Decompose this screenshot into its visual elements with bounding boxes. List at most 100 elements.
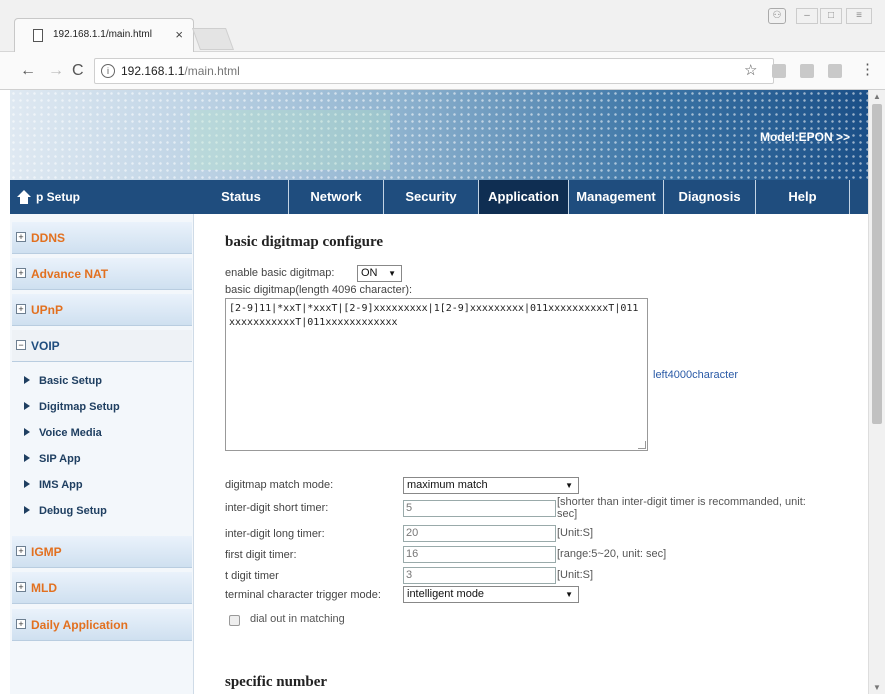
reload-icon[interactable]: C — [72, 62, 84, 80]
long-timer-input[interactable]: 20 — [403, 525, 556, 542]
specific-number-title: specific number — [225, 674, 328, 690]
sidebar-item-debug-setup[interactable]: Debug Setup — [24, 505, 107, 517]
t-timer-hint: [Unit:S] — [557, 569, 594, 581]
scroll-down-arrow-icon[interactable]: ▼ — [873, 683, 881, 692]
expand-icon: + — [16, 582, 26, 592]
page-title: basic digitmap configure — [225, 234, 384, 250]
tab-title: 192.168.1.1/main.html — [53, 29, 152, 40]
dropdown-arrow-icon: ▼ — [565, 590, 573, 599]
long-timer-label: inter-digit long timer: — [225, 528, 325, 540]
scroll-up-arrow-icon[interactable]: ▲ — [873, 92, 881, 101]
sidebar-item-voice-media[interactable]: Voice Media — [24, 427, 102, 439]
sidebar-section-label: Advance NAT — [31, 267, 109, 281]
browser-tab[interactable]: 192.168.1.1/main.html × — [14, 18, 194, 52]
sidebar-section-mld[interactable]: + MLD — [12, 572, 192, 604]
long-timer-hint: [Unit:S] — [557, 527, 594, 539]
sidebar-section-advance-nat[interactable]: + Advance NAT — [12, 258, 192, 290]
pdf-extension-icon[interactable] — [828, 64, 842, 78]
arrow-right-icon — [24, 428, 30, 436]
model-label: Model:EPON >> — [759, 130, 850, 144]
sidebar-item-sip-app[interactable]: SIP App — [24, 453, 81, 465]
arrow-right-icon — [24, 402, 30, 410]
t-timer-label: t digit timer — [225, 570, 279, 582]
expand-icon: + — [16, 304, 26, 314]
sidebar-section-upnp[interactable]: + UPnP — [12, 294, 192, 326]
extension-icon[interactable] — [800, 64, 814, 78]
header-banner: Model:EPON >> — [10, 90, 868, 180]
forward-arrow-icon[interactable]: → — [48, 62, 64, 80]
trigger-mode-label: terminal character trigger mode: — [225, 589, 381, 601]
scroll-thumb[interactable] — [872, 104, 882, 424]
main-menu: Status Network Security Application Mana… — [194, 180, 868, 214]
user-profile-icon[interactable]: ⚇ — [768, 8, 786, 24]
vertical-scrollbar[interactable]: ▲ ▼ — [868, 90, 885, 694]
sidebar-section-label: Daily Application — [31, 618, 128, 632]
banner-glow — [190, 110, 390, 170]
arrow-right-icon — [24, 376, 30, 384]
tab-diagnosis[interactable]: Diagnosis — [664, 180, 756, 214]
enable-digitmap-select[interactable]: ON ▼ — [357, 265, 402, 282]
sidebar-item-basic-setup[interactable]: Basic Setup — [24, 375, 102, 387]
browser-tab-bar: 192.168.1.1/main.html × ⚇ – □ ≡ — [0, 0, 885, 52]
sidebar-section-label: DDNS — [31, 231, 66, 245]
arrow-right-icon — [24, 506, 30, 514]
t-timer-input[interactable]: 3 — [403, 567, 556, 584]
sidebar: p Setup + DDNS + Advance NAT + UPnP − VO… — [10, 180, 194, 694]
sidebar-item-ims-app[interactable]: IMS App — [24, 479, 83, 491]
digitmap-textarea[interactable]: [2-9]11|*xxT|*xxxT|[2-9]xxxxxxxxx|1[2-9]… — [225, 298, 648, 451]
dial-out-checkbox[interactable] — [229, 615, 240, 626]
close-tab-icon[interactable]: × — [175, 27, 183, 42]
sidebar-section-igmp[interactable]: + IGMP — [12, 536, 192, 568]
collapse-icon: − — [16, 340, 26, 350]
arrow-right-icon — [24, 454, 30, 462]
sidebar-section-label: UPnP — [31, 303, 64, 317]
url-text: 192.168.1.1/main.html — [121, 64, 240, 78]
minimize-button[interactable]: – — [796, 8, 818, 24]
new-tab-button[interactable] — [191, 28, 235, 50]
match-mode-select[interactable]: maximum match ▼ — [403, 477, 579, 494]
short-timer-input[interactable]: 5 — [403, 500, 556, 517]
maximize-button[interactable]: □ — [820, 8, 842, 24]
tab-help[interactable]: Help — [756, 180, 850, 214]
dropdown-arrow-icon: ▼ — [565, 481, 573, 490]
sidebar-section-voip[interactable]: − VOIP — [12, 330, 192, 362]
first-timer-input[interactable]: 16 — [403, 546, 556, 563]
resize-handle-icon[interactable] — [638, 441, 646, 449]
dropdown-arrow-icon: ▼ — [388, 269, 396, 278]
first-timer-hint: [range:5~20, unit: sec] — [557, 548, 667, 560]
bookmark-star-icon[interactable]: ☆ — [744, 61, 757, 79]
back-arrow-icon[interactable]: ← — [20, 62, 36, 80]
short-timer-label: inter-digit short timer: — [225, 502, 329, 514]
sidebar-item-digitmap-setup[interactable]: Digitmap Setup — [24, 401, 120, 413]
page-icon — [33, 29, 43, 42]
browser-menu-icon[interactable]: ⋮ — [860, 60, 875, 78]
enable-digitmap-label: enable basic digitmap: — [225, 267, 335, 279]
short-timer-hint: [shorter than inter-digit timer is recom… — [557, 496, 806, 520]
match-mode-label: digitmap match mode: — [225, 479, 334, 491]
sidebar-section-ddns[interactable]: + DDNS — [12, 222, 192, 254]
expand-icon: + — [16, 268, 26, 278]
home-icon — [17, 190, 31, 204]
extension-icon[interactable] — [772, 64, 786, 78]
trigger-mode-select[interactable]: intelligent mode ▼ — [403, 586, 579, 603]
banner-pattern — [10, 90, 868, 180]
tab-management[interactable]: Management — [569, 180, 664, 214]
tab-network[interactable]: Network — [289, 180, 384, 214]
arrow-right-icon — [24, 480, 30, 488]
sidebar-section-label: IGMP — [31, 545, 62, 559]
tab-application[interactable]: Application — [479, 180, 569, 214]
tab-status[interactable]: Status — [194, 180, 289, 214]
expand-icon: + — [16, 546, 26, 556]
sidebar-section-label: MLD — [31, 581, 57, 595]
url-input[interactable]: i 192.168.1.1/main.html — [94, 58, 774, 84]
sidebar-section-label: VOIP — [31, 339, 60, 353]
dial-out-label: dial out in matching — [250, 613, 345, 625]
digitmap-label: basic digitmap(length 4096 character): — [225, 284, 413, 296]
close-window-button[interactable]: ≡ — [846, 8, 872, 24]
main-content: basic digitmap configure enable basic di… — [194, 214, 868, 694]
info-icon[interactable]: i — [101, 64, 115, 78]
tab-security[interactable]: Security — [384, 180, 479, 214]
expand-icon: + — [16, 619, 26, 629]
expand-icon: + — [16, 232, 26, 242]
sidebar-section-daily-application[interactable]: + Daily Application — [12, 609, 192, 641]
